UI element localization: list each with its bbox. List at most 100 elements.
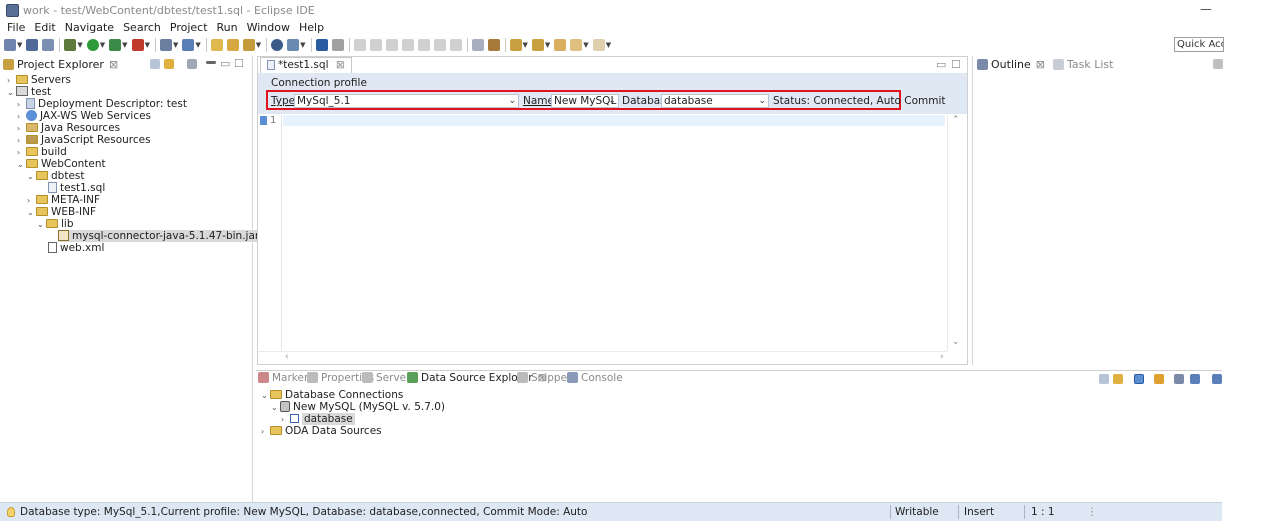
new-java-class-dropdown-icon[interactable]: ▼ [195,41,200,49]
menu-window[interactable]: Window [247,21,290,34]
minimize-view-icon[interactable]: ▭ [220,57,230,70]
menu-search[interactable]: Search [123,21,161,34]
collapse-icon[interactable]: ⌄ [271,402,280,414]
project-explorer-tab[interactable]: Project Explorer [17,58,104,71]
tree-item-webcontent[interactable]: ⌄ WebContent [17,158,106,170]
quick-access-input[interactable]: Quick Access [1174,37,1224,52]
tree-item-database-connections[interactable]: ⌄ Database Connections [261,389,403,401]
forward-dropdown-icon[interactable]: ▼ [606,41,611,49]
tree-item-lib[interactable]: ⌄ lib [37,218,74,230]
task-list-tab[interactable]: Task List [1067,58,1113,71]
new-dropdown-icon[interactable]: ▼ [17,41,22,49]
connect-icon[interactable] [1154,374,1164,384]
new-icon[interactable] [4,39,16,51]
tab-console[interactable]: Console [567,372,623,384]
tree-item-test[interactable]: ⌄ test [7,86,51,98]
pencil-dropdown-icon[interactable]: ▼ [256,41,261,49]
tree-item-dbtest[interactable]: ⌄ dbtest [27,170,85,182]
open-type-icon[interactable] [210,39,223,51]
search-dropdown-icon[interactable]: ▼ [300,41,305,49]
tree-item-web-inf[interactable]: ⌄ WEB-INF [27,206,96,218]
menu-file[interactable]: File [7,21,25,34]
tree-item-web-xml[interactable]: web.xml [48,242,104,254]
chevron-down-icon[interactable]: ⌄ [508,95,516,107]
new-server-icon[interactable] [159,39,172,51]
open-folder-icon[interactable] [226,39,239,51]
skip-breakpoints-icon[interactable] [331,39,344,51]
view-menu-icon[interactable] [187,59,197,69]
new-java-class-icon[interactable] [182,39,195,51]
forward-icon[interactable] [592,39,605,51]
run-icon[interactable] [86,39,99,51]
close-icon[interactable]: ⊠ [1036,58,1045,71]
toggle-mark-icon[interactable] [471,39,484,51]
link-with-editor-icon[interactable] [164,59,174,69]
tree-item-build[interactable]: › build [17,146,67,158]
import-icon[interactable] [1174,374,1184,384]
coverage-icon[interactable] [131,39,144,51]
type-combo[interactable]: MySql_5.1 ⌄ [294,94,519,108]
menu-navigate[interactable]: Navigate [65,21,114,34]
prev-annotation-icon[interactable] [531,39,544,51]
editor-tab-test1-sql[interactable]: *test1.sql ⊠ [260,57,352,73]
tree-item-test1-sql[interactable]: test1.sql [48,182,105,194]
vertical-scrollbar[interactable]: ⌃ ⌄ [947,115,965,351]
scroll-down-icon[interactable]: ⌄ [952,337,960,347]
link-with-editor-icon[interactable] [1113,374,1123,384]
collapse-icon[interactable]: ⌄ [7,87,16,99]
view-menu-icon[interactable] [1212,374,1222,384]
new-server-dropdown-icon[interactable]: ▼ [173,41,178,49]
run-dropdown-icon[interactable]: ▼ [100,41,105,49]
prev-annotation-dropdown-icon[interactable]: ▼ [545,41,550,49]
terminal-icon[interactable] [315,39,328,51]
tree-item-mysql-connector-jar[interactable]: mysql-connector-java-5.1.47-bin.jar [58,230,260,242]
debug-icon[interactable] [64,39,77,51]
tree-item-new-mysql[interactable]: ⌄ New MySQL (MySQL v. 5.7.0) [271,401,445,413]
coverage-dropdown-icon[interactable]: ▼ [145,41,150,49]
collapse-icon[interactable]: ⌄ [261,390,270,402]
next-annotation-dropdown-icon[interactable]: ▼ [523,41,528,49]
collapse-icon[interactable]: ⌄ [27,207,36,219]
menu-project[interactable]: Project [170,21,208,34]
tab-markers[interactable]: Markers [258,372,314,384]
new-connection-icon[interactable] [1134,374,1144,384]
globe-icon[interactable] [271,39,284,51]
tree-item-jaxws[interactable]: › JAX-WS Web Services [17,110,151,122]
debug-dropdown-icon[interactable]: ▼ [77,41,82,49]
collapse-all-icon[interactable] [150,59,160,69]
last-edit-icon[interactable] [554,39,567,51]
tree-item-servers[interactable]: › Servers [7,74,71,86]
name-combo[interactable]: New MySQL ⌄ [551,94,619,108]
menu-edit[interactable]: Edit [34,21,55,34]
minimize-editor-icon[interactable]: ▭ [936,58,946,71]
tree-item-java-resources[interactable]: › Java Resources [17,122,120,134]
expand-icon[interactable]: › [261,426,270,438]
insert-mode-status[interactable]: Insert [964,506,994,518]
chevron-down-icon[interactable]: ⌄ [608,95,616,107]
horizontal-scrollbar[interactable]: ‹ › [258,351,947,363]
database-combo[interactable]: database ⌄ [661,94,769,108]
scroll-left-icon[interactable]: ‹ [285,352,289,362]
tree-item-oda-data-sources[interactable]: › ODA Data Sources [261,425,382,437]
block-selection-icon[interactable] [487,39,500,51]
collapse-icon[interactable]: ⌄ [37,219,46,231]
back-icon[interactable] [570,39,583,51]
maximize-view-icon[interactable]: ☐ [234,57,244,70]
export-icon[interactable] [1190,374,1200,384]
view-menu-icon[interactable] [1213,59,1223,69]
close-icon[interactable]: ⊠ [336,59,345,71]
external-tools-dropdown-icon[interactable]: ▼ [122,41,127,49]
minimize-button[interactable]: — [1200,2,1212,16]
tree-item-meta-inf[interactable]: › META-INF [27,194,100,206]
scroll-up-icon[interactable]: ⌃ [952,115,960,125]
tree-item-deployment-descriptor[interactable]: › Deployment Descriptor: test [17,98,187,110]
code-area[interactable]: 1 ⌃ ⌄ [258,115,967,351]
collapse-all-icon[interactable] [1099,374,1109,384]
pencil-icon[interactable] [242,39,255,51]
maximize-editor-icon[interactable]: ☐ [951,58,961,71]
view-menu-caret-icon[interactable] [206,61,216,64]
tree-item-javascript-resources[interactable]: › JavaScript Resources [17,134,151,146]
save-all-icon[interactable] [42,39,55,51]
external-tools-icon[interactable] [109,39,122,51]
search-icon[interactable] [287,39,300,51]
